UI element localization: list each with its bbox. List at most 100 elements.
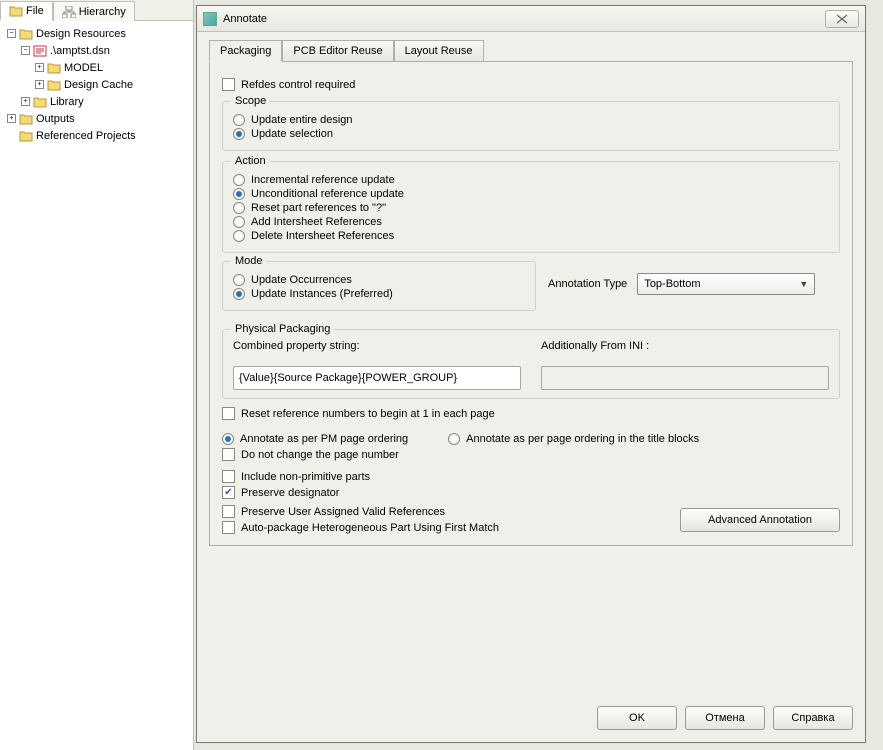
checkbox-label: Do not change the page number [241,449,399,461]
button-label: OK [629,712,645,724]
minus-icon[interactable]: − [7,29,16,38]
tab-hierarchy[interactable]: Hierarchy [53,1,135,21]
radio-delete-intersheet-refs[interactable]: Delete Intersheet References [233,230,829,242]
tree-label: Outputs [36,113,75,125]
radio-icon [233,114,245,126]
input-value: {Value}{Source Package}{POWER_GROUP} [239,372,457,384]
radio-icon [233,188,245,200]
radio-pm-page-ordering[interactable]: Annotate as per PM page ordering [222,433,408,445]
help-button[interactable]: Справка [773,706,853,730]
tree-node-outputs[interactable]: + Outputs [2,110,191,127]
ini-label: Additionally From INI : [541,340,829,352]
dialog-titlebar[interactable]: Annotate [197,6,865,32]
ini-input[interactable] [541,366,829,390]
tree-label: .\amptst.dsn [50,45,110,57]
plus-icon[interactable]: + [7,114,16,123]
plus-icon[interactable]: + [35,80,44,89]
folder-icon [47,62,61,74]
radio-label: Reset part references to "?" [251,202,386,214]
tab-file-label: File [26,5,44,17]
radio-label: Delete Intersheet References [251,230,394,242]
checkbox-label: Preserve User Assigned Valid References [241,506,445,518]
tab-label: Packaging [220,45,271,57]
tree-node-dsn[interactable]: − .\amptst.dsn [2,42,191,59]
combined-property-input[interactable]: {Value}{Source Package}{POWER_GROUP} [233,366,521,390]
folder-icon [19,113,33,125]
close-button[interactable] [825,10,859,28]
tab-pcb-editor-reuse[interactable]: PCB Editor Reuse [282,40,393,62]
bottom-options: Reset reference numbers to begin at 1 in… [222,407,840,537]
tree-node-design-resources[interactable]: − Design Resources [2,25,191,42]
checkbox-auto-package-hetero[interactable]: Auto-package Heterogeneous Part Using Fi… [222,521,670,534]
advanced-annotation-button[interactable]: Advanced Annotation [680,508,840,532]
group-title: Scope [231,95,270,107]
tree-node-design-cache[interactable]: + Design Cache [2,76,191,93]
ok-button[interactable]: OK [597,706,677,730]
checkbox-preserve-user-assigned[interactable]: Preserve User Assigned Valid References [222,505,670,518]
radio-label: Annotate as per PM page ordering [240,433,408,445]
radio-icon [222,433,234,445]
checkbox-label: Refdes control required [241,79,355,91]
radio-add-intersheet-refs[interactable]: Add Intersheet References [233,216,829,228]
checkbox-label: Preserve designator [241,487,339,499]
checkbox-label: Include non-primitive parts [241,471,370,483]
checkbox-icon [222,407,235,420]
combined-property-label: Combined property string: [233,340,521,352]
radio-icon [233,230,245,242]
radio-icon [233,216,245,228]
radio-icon [233,274,245,286]
project-tree-panel: File Hierarchy − Design Resources − .\am… [0,0,194,750]
group-scope: Scope Update entire design Update select… [222,101,840,151]
annotation-type-label: Annotation Type [548,278,627,290]
tab-content-packaging: Refdes control required Scope Update ent… [209,61,853,546]
checkbox-icon [222,505,235,518]
hierarchy-icon [62,6,76,18]
checkbox-label: Reset reference numbers to begin at 1 in… [241,408,495,420]
radio-label: Incremental reference update [251,174,395,186]
radio-label: Update Instances (Preferred) [251,288,393,300]
tree-label: MODEL [64,62,103,74]
minus-icon[interactable]: − [21,46,30,55]
radio-update-selection[interactable]: Update selection [233,128,829,140]
checkbox-icon [222,470,235,483]
folder-icon [9,5,23,17]
radio-update-occurrences[interactable]: Update Occurrences [233,274,525,286]
folder-icon [47,79,61,91]
radio-icon [233,288,245,300]
tree-label: Library [50,96,84,108]
radio-title-blocks-ordering[interactable]: Annotate as per page ordering in the tit… [448,433,699,445]
dsn-file-icon [33,45,47,57]
radio-unconditional-update[interactable]: Unconditional reference update [233,188,829,200]
radio-label: Update Occurrences [251,274,352,286]
tab-layout-reuse[interactable]: Layout Reuse [394,40,484,62]
tree-node-model[interactable]: + MODEL [2,59,191,76]
combo-value: Top-Bottom [644,278,700,290]
group-action: Action Incremental reference update Unco… [222,161,840,253]
radio-incremental-update[interactable]: Incremental reference update [233,174,829,186]
tree-node-referenced-projects[interactable]: Referenced Projects [2,127,191,144]
checkbox-preserve-designator[interactable]: Preserve designator [222,486,840,499]
radio-update-instances[interactable]: Update Instances (Preferred) [233,288,525,300]
cancel-button[interactable]: Отмена [685,706,765,730]
plus-icon[interactable]: + [21,97,30,106]
checkbox-reset-begin-1[interactable]: Reset reference numbers to begin at 1 in… [222,407,840,420]
tree-label: Referenced Projects [36,130,136,142]
checkbox-icon [222,486,235,499]
radio-reset-references[interactable]: Reset part references to "?" [233,202,829,214]
plus-icon[interactable]: + [35,63,44,72]
checkbox-icon [222,78,235,91]
tab-label: PCB Editor Reuse [293,45,382,57]
tree-node-library[interactable]: + Library [2,93,191,110]
project-tree[interactable]: − Design Resources − .\amptst.dsn + MODE… [0,21,193,750]
radio-label: Annotate as per page ordering in the tit… [466,433,699,445]
checkbox-include-non-primitive[interactable]: Include non-primitive parts [222,470,840,483]
checkbox-refdes-control[interactable]: Refdes control required [222,78,840,91]
dialog-tabs: Packaging PCB Editor Reuse Layout Reuse [209,40,853,62]
annotation-type-combo[interactable]: Top-Bottom ▼ [637,273,815,295]
folder-icon [33,96,47,108]
checkbox-no-change-page-number[interactable]: Do not change the page number [222,448,408,461]
radio-update-entire-design[interactable]: Update entire design [233,114,829,126]
tab-packaging[interactable]: Packaging [209,40,282,62]
tab-file[interactable]: File [0,1,53,21]
radio-icon [448,433,460,445]
